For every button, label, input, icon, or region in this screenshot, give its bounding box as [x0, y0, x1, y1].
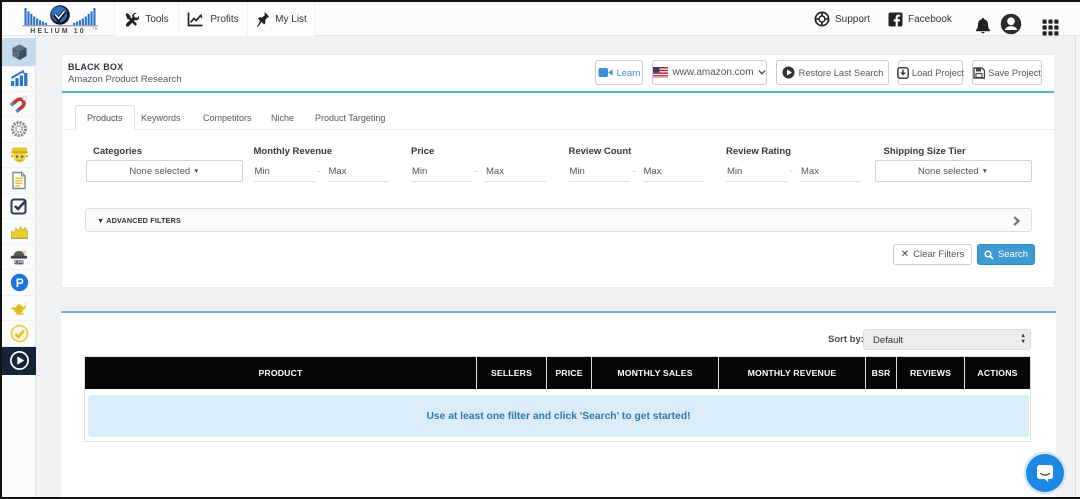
- svg-text:HELIUM 10: HELIUM 10: [30, 28, 85, 35]
- svg-text:P: P: [15, 276, 23, 290]
- svg-text:CPR: CPR: [15, 260, 24, 265]
- svg-text:TM: TM: [93, 27, 98, 31]
